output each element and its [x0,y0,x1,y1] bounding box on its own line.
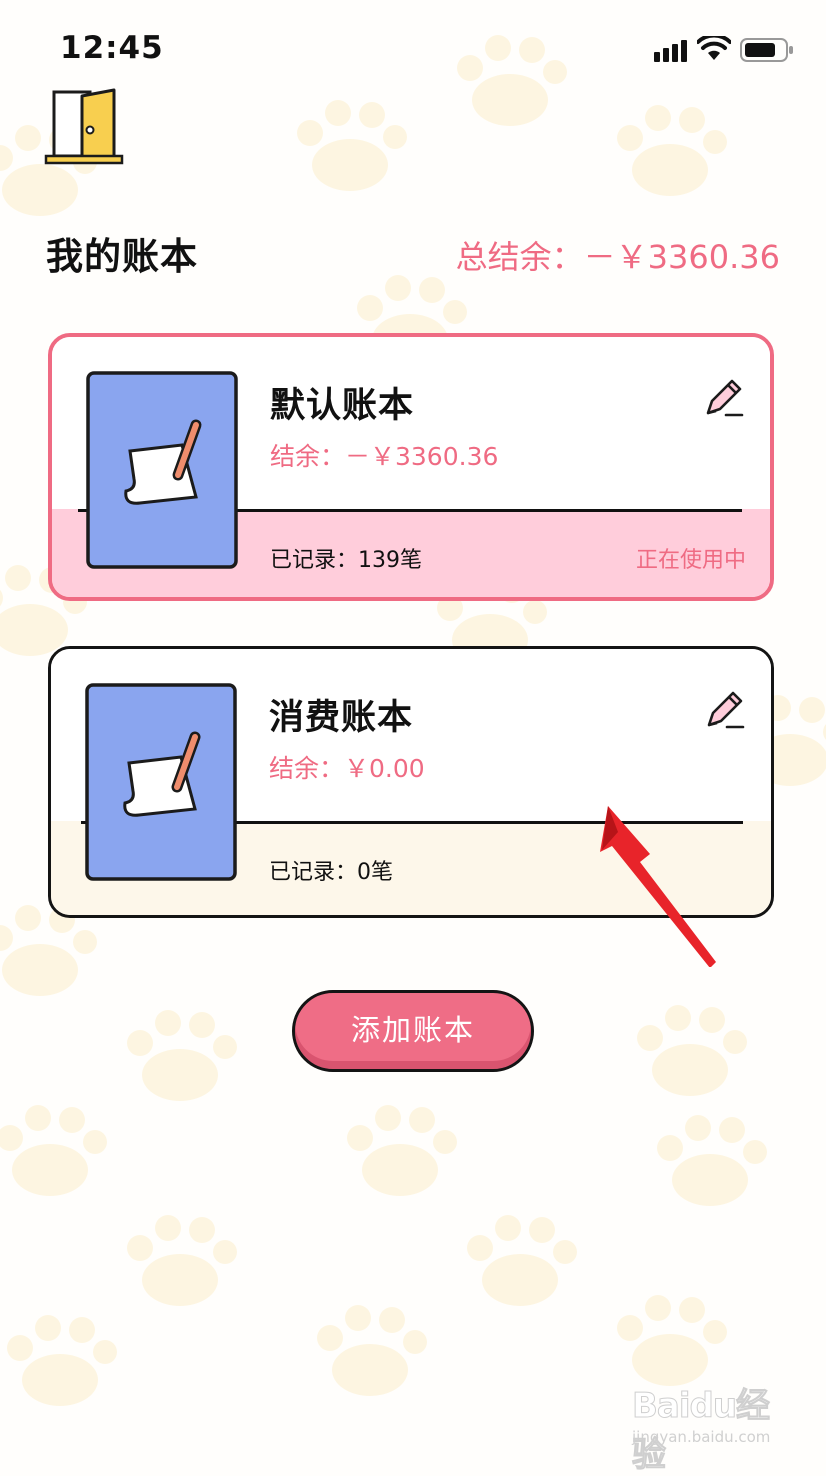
in-use-status: 正在使用中 [635,548,746,573]
paw-print-decoration [617,105,727,196]
paw-print-decoration [127,1215,237,1306]
watermark-logo: Baidu经验 [632,1386,771,1476]
paw-print-decoration [127,1010,237,1101]
door-exit-icon[interactable] [44,86,126,168]
book-card-default[interactable]: 默认账本 结余：－￥3360.36 已记录：139笔 正在使用中 [48,333,774,601]
watermark-url: jingyan.baidu.com [632,1428,771,1446]
status-bar: 12:45 [0,0,826,100]
paw-print-decoration [657,1115,767,1206]
pencil-edit-icon[interactable] [703,687,747,731]
notebook-cover-icon [85,683,237,881]
pencil-edit-icon[interactable] [702,375,746,419]
signal-icon [654,40,687,62]
wifi-icon [697,36,731,60]
battery-icon [740,38,793,62]
book-name: 消费账本 [269,698,414,738]
book-record-count: 已记录：139笔 [270,548,422,573]
total-balance: 总结余：－￥3360.36 [455,238,780,276]
paw-print-decoration [297,100,407,191]
watermark: Baidu经验 jingyan.baidu.com [632,1378,792,1476]
status-time: 12:45 [60,30,164,66]
book-balance: 结余：－￥3360.36 [270,442,499,471]
red-arrow-annotation [600,806,716,967]
notebook-cover-icon [86,371,238,569]
book-record-count: 已记录：0笔 [269,860,393,885]
page-title: 我的账本 [46,235,198,278]
book-name: 默认账本 [270,386,415,426]
paw-print-decoration [637,1005,747,1096]
paw-print-decoration [347,1105,457,1196]
paw-print-decoration [7,1315,117,1406]
paw-print-decoration [317,1305,427,1396]
paw-print-decoration [0,1105,107,1196]
add-book-button[interactable]: 添加账本 [292,990,534,1072]
paw-print-decoration [617,1295,727,1386]
book-balance: 结余：￥0.00 [269,754,425,783]
paw-print-decoration [467,1215,577,1306]
